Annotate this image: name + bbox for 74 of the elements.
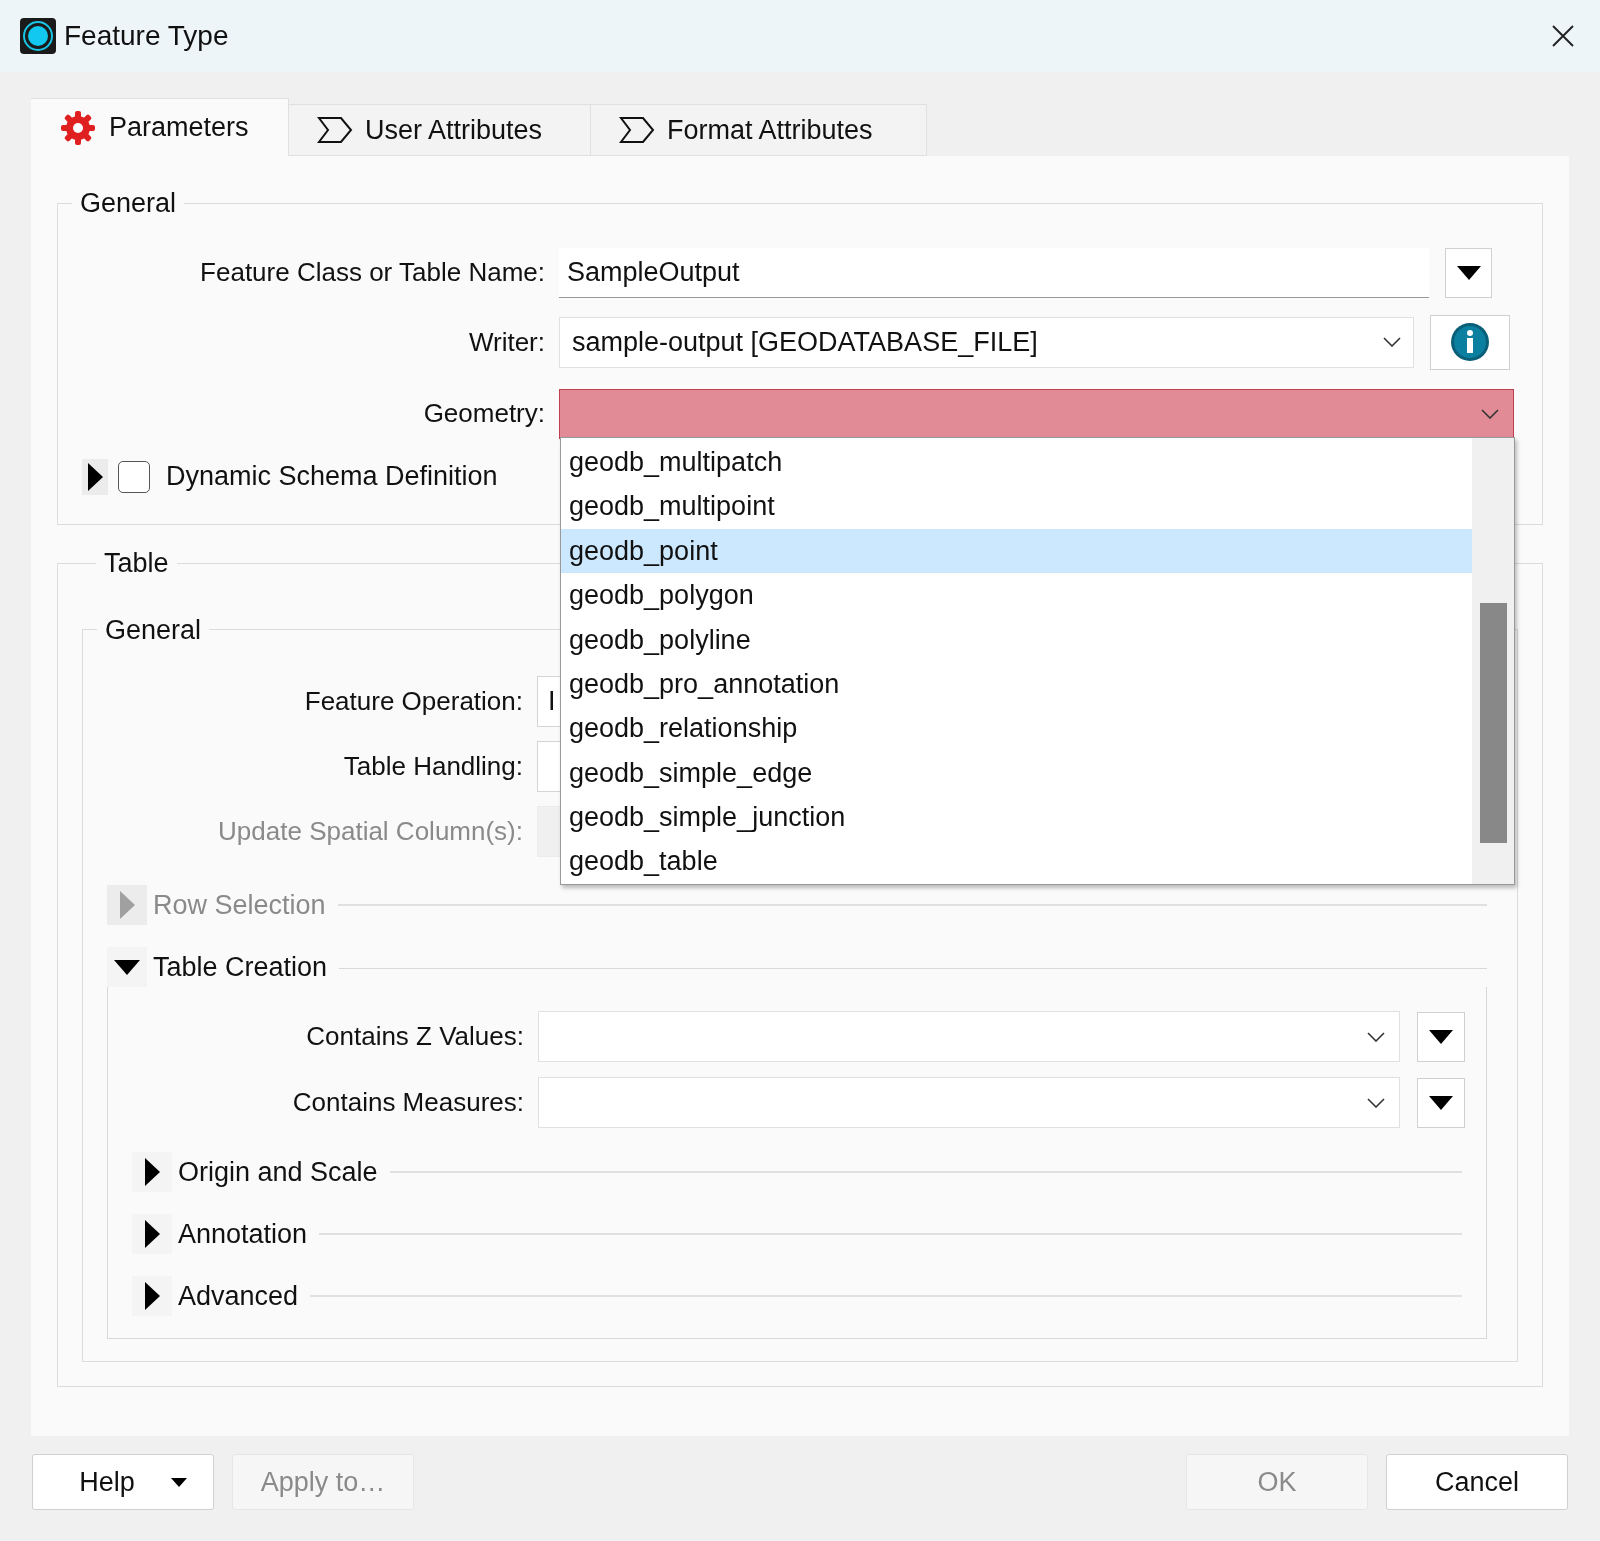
checkbox-label: Dynamic Schema Definition bbox=[166, 460, 498, 494]
dropdown-option[interactable]: geodb_polyline bbox=[561, 617, 1472, 662]
scrollbar-thumb[interactable] bbox=[1480, 603, 1507, 843]
menu-button[interactable] bbox=[1417, 1077, 1465, 1128]
dialog-button[interactable]: Help bbox=[32, 1454, 214, 1510]
close-icon[interactable] bbox=[1552, 25, 1574, 47]
section-title: Table Creation bbox=[153, 950, 328, 984]
geometry-dropdown[interactable] bbox=[559, 388, 1514, 439]
chevron-down-icon bbox=[1383, 337, 1401, 347]
triangle-down-icon bbox=[1456, 265, 1481, 280]
expand-toggle[interactable] bbox=[107, 947, 147, 987]
expand-toggle[interactable] bbox=[132, 1214, 172, 1254]
triangle-right-icon bbox=[144, 1282, 160, 1310]
expand-toggle[interactable] bbox=[132, 1276, 172, 1316]
dropdown-option[interactable]: geodb_pro_annotation bbox=[561, 661, 1472, 707]
triangle-right-icon bbox=[144, 1220, 160, 1248]
section-title: Advanced bbox=[178, 1279, 299, 1313]
tab[interactable]: User Attributes bbox=[289, 104, 591, 156]
writer-dropdown[interactable]: sample-output [GEODATABASE_FILE] bbox=[559, 316, 1414, 368]
field-label: Update Spatial Column(s): bbox=[217, 815, 524, 848]
menu-button[interactable] bbox=[1445, 247, 1492, 298]
gear-icon bbox=[59, 108, 97, 147]
dropdown-option[interactable]: geodb_table bbox=[561, 839, 1472, 884]
field-label: Geometry: bbox=[422, 397, 546, 430]
checkbox[interactable] bbox=[118, 460, 150, 493]
section-title: Origin and Scale bbox=[178, 1155, 378, 1189]
triangle-right-icon bbox=[144, 1158, 160, 1186]
dropdown-option[interactable]: geodb_multipatch bbox=[561, 440, 1472, 485]
field-label: Contains Z Values: bbox=[305, 1020, 525, 1053]
menu-button[interactable] bbox=[1417, 1011, 1465, 1062]
chevron-icon bbox=[619, 116, 655, 144]
scrollbar[interactable] bbox=[1472, 438, 1514, 884]
dropdown-option[interactable]: geodb_relationship bbox=[561, 706, 1472, 751]
dialog-button: Apply to… bbox=[232, 1454, 414, 1510]
triangle-right-icon bbox=[119, 891, 135, 919]
expand-toggle[interactable] bbox=[132, 1152, 172, 1192]
dropdown-field[interactable] bbox=[538, 1077, 1400, 1128]
triangle-right-icon bbox=[87, 462, 103, 491]
dropdown-option[interactable]: geodb_multipoint bbox=[561, 484, 1472, 529]
info-icon bbox=[1450, 322, 1490, 362]
chevron-icon bbox=[317, 116, 353, 144]
dropdown-field[interactable] bbox=[538, 1011, 1400, 1062]
tab[interactable]: Format Attributes bbox=[591, 104, 927, 156]
group-title: General bbox=[79, 187, 178, 220]
section-title: Row Selection bbox=[153, 888, 326, 922]
expand-toggle[interactable] bbox=[82, 458, 108, 495]
app-logo-icon bbox=[20, 18, 56, 54]
dropdown-value: I bbox=[548, 685, 556, 719]
tab[interactable]: Parameters bbox=[31, 98, 289, 156]
dropdown-option[interactable]: geodb_simple_junction bbox=[561, 795, 1472, 840]
dropdown-option[interactable]: geodb_simple_edge bbox=[561, 750, 1472, 796]
field-label: Feature Class or Table Name: bbox=[199, 256, 546, 289]
dialog-button[interactable]: Cancel bbox=[1386, 1454, 1568, 1510]
info-button[interactable] bbox=[1430, 314, 1510, 370]
dialog-button: OK bbox=[1186, 1454, 1368, 1510]
group-title: General bbox=[104, 613, 203, 647]
section-title: Annotation bbox=[178, 1217, 308, 1251]
triangle-down-icon bbox=[114, 959, 140, 975]
dropdown-option[interactable]: geodb_polygon bbox=[561, 573, 1472, 618]
caret-icon bbox=[170, 1477, 187, 1487]
chevron-down-icon bbox=[1367, 1097, 1385, 1108]
field-label: Table Handling: bbox=[342, 750, 524, 783]
group-title: Table bbox=[103, 547, 170, 580]
triangle-down-icon bbox=[1429, 1029, 1453, 1044]
dropdown-option[interactable]: geodb_point bbox=[561, 528, 1472, 574]
field-label: Writer: bbox=[467, 325, 546, 359]
window-title: Feature Type bbox=[64, 19, 230, 53]
chevron-down-icon bbox=[1481, 408, 1499, 419]
chevron-down-icon bbox=[1367, 1031, 1385, 1042]
field-label: Contains Measures: bbox=[291, 1086, 525, 1119]
field-label: Feature Operation: bbox=[303, 685, 524, 718]
dropdown-value: sample-output [GEODATABASE_FILE] bbox=[572, 325, 1038, 359]
text-field[interactable]: SampleOutput bbox=[559, 247, 1429, 298]
triangle-down-icon bbox=[1429, 1095, 1453, 1110]
